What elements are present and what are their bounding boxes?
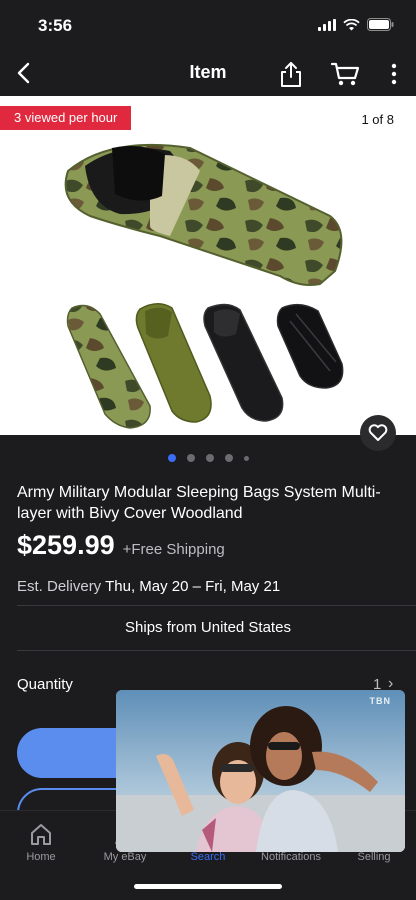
pagination-dot[interactable] — [167, 454, 176, 462]
product-image-gallery[interactable]: 3 viewed per hour 1 of 8 — [0, 96, 416, 435]
share-icon[interactable] — [278, 60, 304, 88]
status-icons — [318, 18, 394, 31]
divider — [17, 650, 416, 651]
battery-icon — [367, 18, 394, 31]
channel-watermark: TBN — [369, 696, 391, 706]
gallery-pagination — [0, 454, 416, 462]
tab-label: Notifications — [261, 851, 321, 863]
pagination-dot[interactable] — [186, 454, 195, 462]
price: $259.99 — [17, 530, 115, 560]
signal-icon — [318, 18, 336, 31]
image-counter: 1 of 8 — [361, 112, 394, 127]
wifi-icon — [343, 18, 360, 30]
estimated-delivery: Est. Delivery Thu, May 20 – Fri, May 21 — [17, 578, 280, 595]
status-bar: 3:56 — [0, 0, 416, 50]
divider — [17, 605, 416, 606]
product-image — [64, 143, 344, 429]
video-frame — [116, 690, 405, 852]
delivery-dates: Thu, May 20 – Fri, May 21 — [105, 578, 281, 595]
more-options-icon[interactable] — [384, 62, 404, 86]
price-row: $259.99 +Free Shipping — [17, 530, 225, 561]
views-badge: 3 viewed per hour — [0, 106, 132, 130]
tab-label: My eBay — [103, 851, 147, 863]
cart-icon[interactable] — [330, 61, 360, 87]
tab-label: Selling — [357, 851, 391, 863]
quantity-label: Quantity — [17, 676, 73, 693]
watch-button[interactable] — [360, 415, 396, 451]
pagination-dot[interactable] — [205, 454, 214, 462]
tab-label: Search — [190, 851, 226, 863]
heart-icon — [368, 424, 388, 441]
tab-home[interactable]: Home — [1, 821, 81, 863]
nav-bar: Item — [0, 50, 416, 96]
product-title: Army Military Modular Sleeping Bags Syst… — [17, 484, 381, 522]
status-time: 3:56 — [38, 16, 73, 35]
ships-from: Ships from United States — [125, 619, 291, 636]
shipping-info: +Free Shipping — [122, 541, 225, 558]
pagination-dot[interactable] — [243, 455, 249, 461]
video-player-overlay[interactable]: TBN — [116, 690, 405, 852]
delivery-label: Est. Delivery — [17, 578, 102, 595]
home-icon — [31, 824, 51, 845]
pagination-dot[interactable] — [224, 454, 233, 462]
tab-label: Home — [26, 851, 56, 863]
home-indicator — [134, 884, 282, 889]
